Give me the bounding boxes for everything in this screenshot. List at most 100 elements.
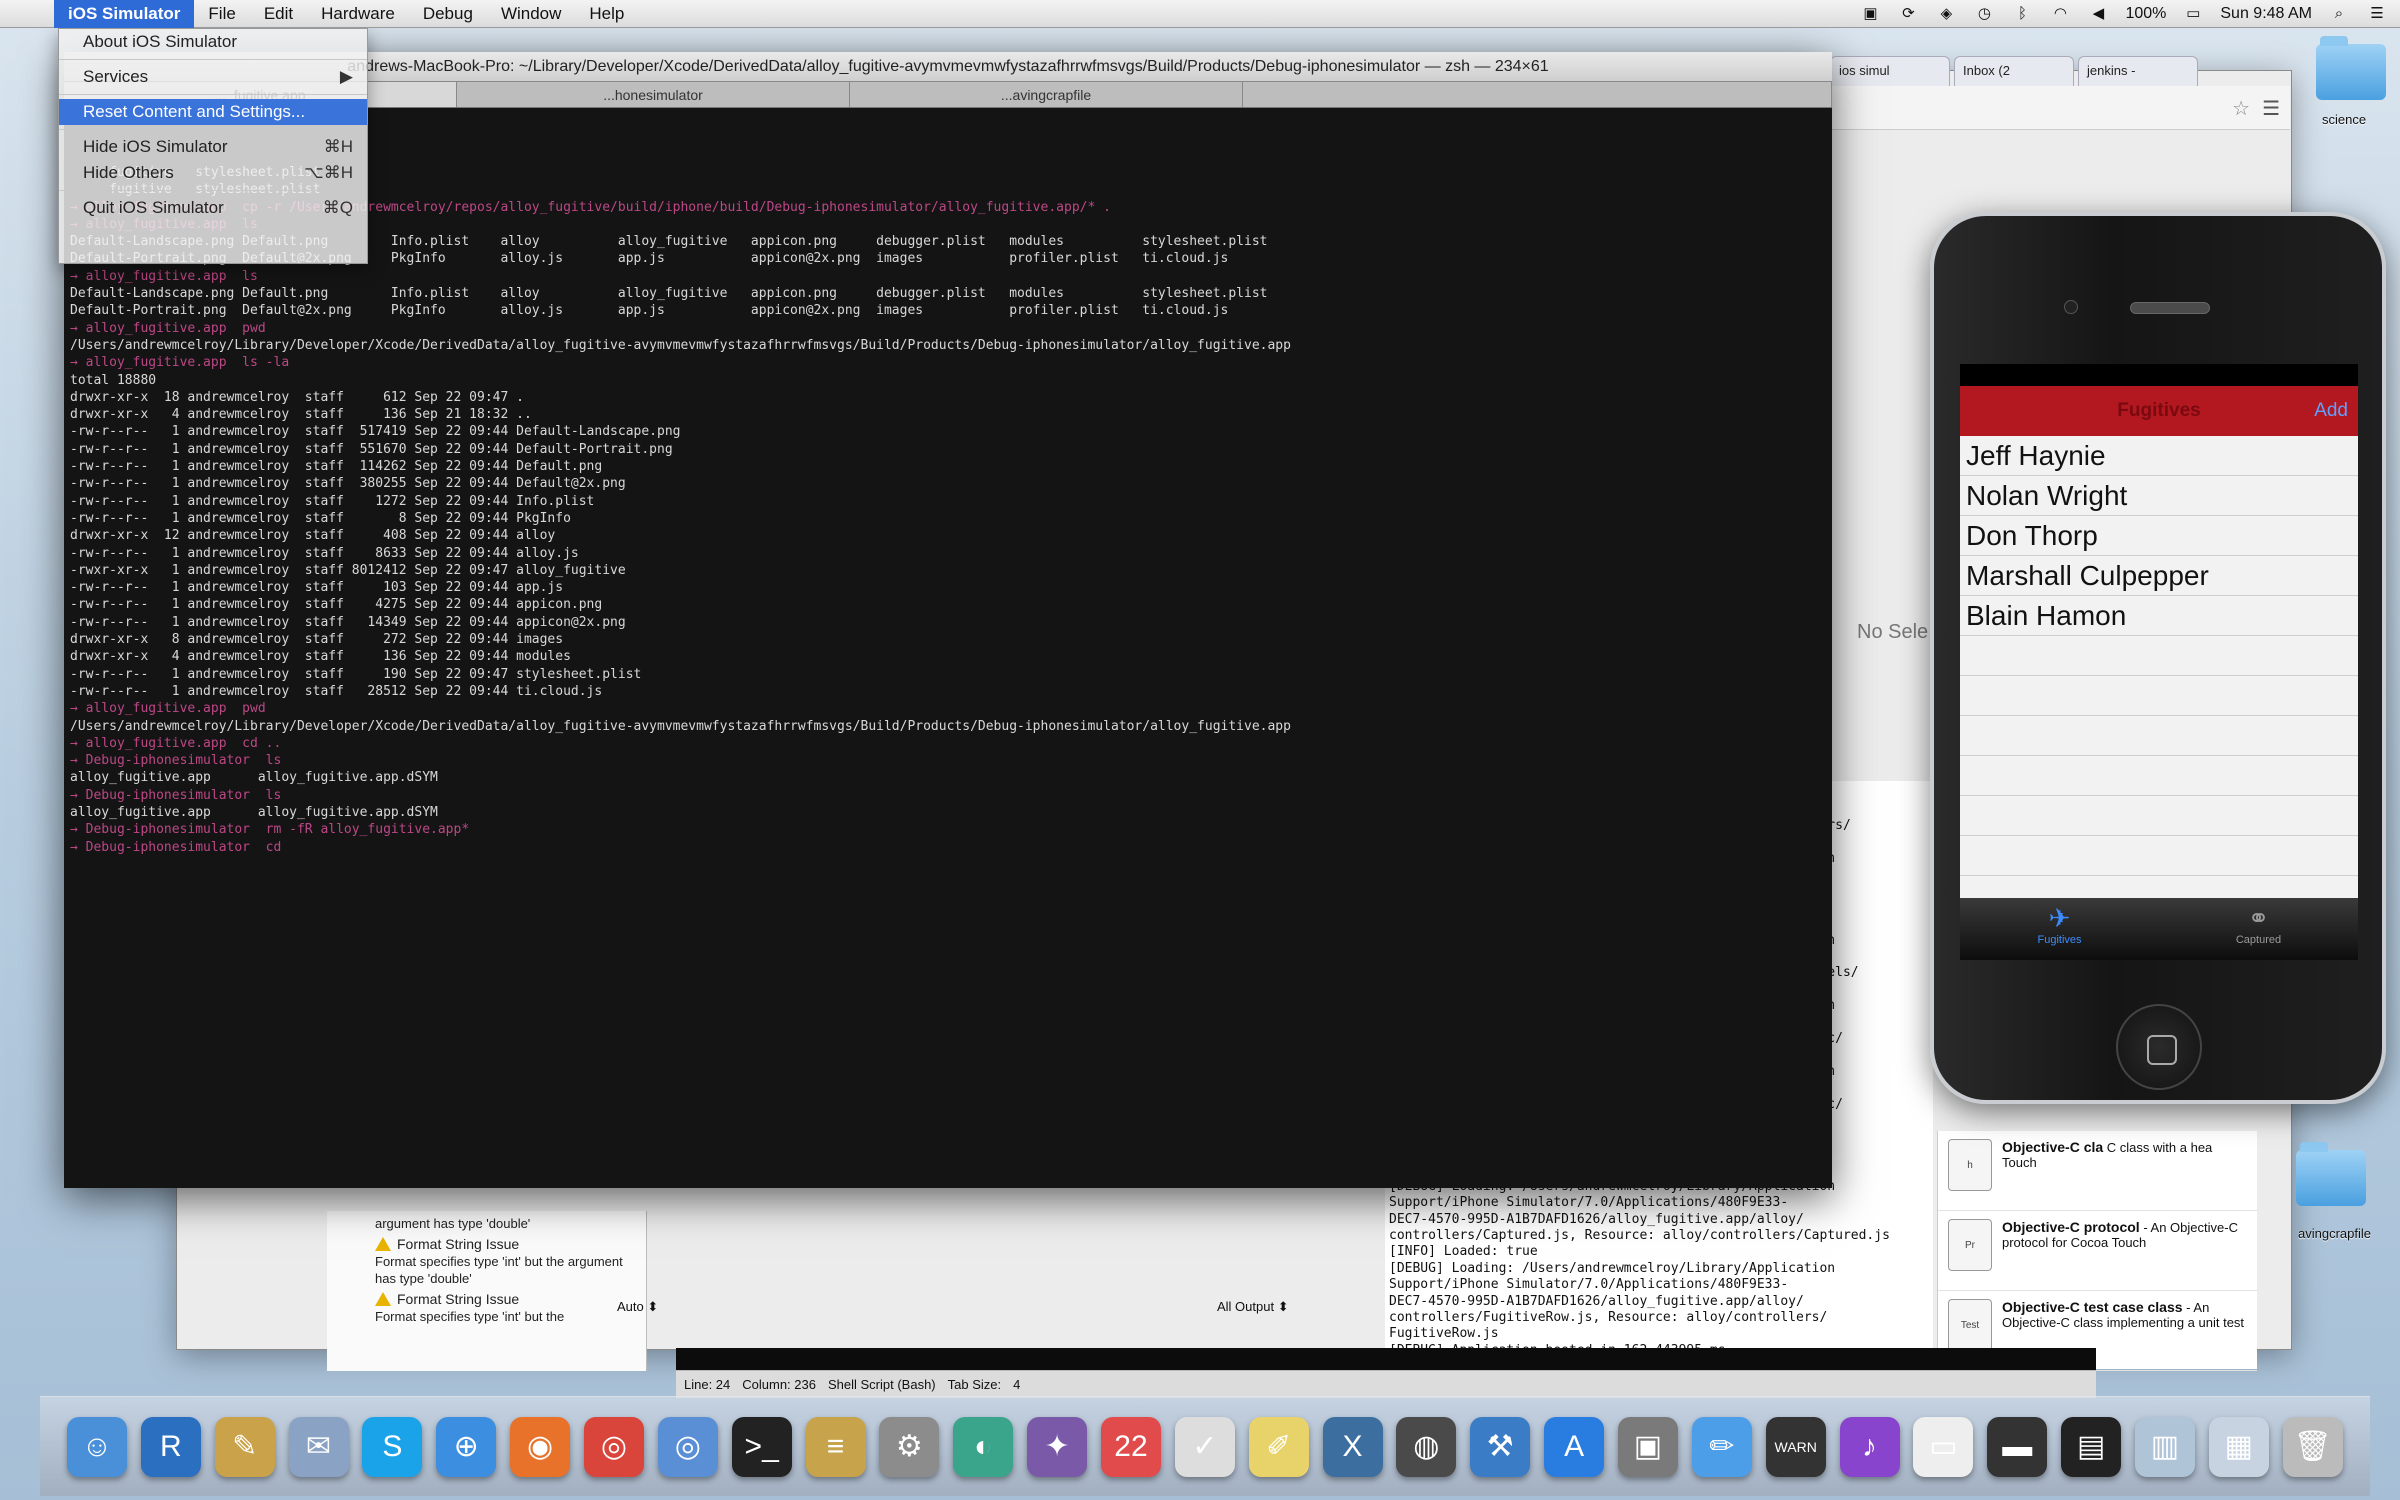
browser-tab[interactable]: Inbox (2 <box>1954 56 2074 86</box>
utilities-icon[interactable]: ⚙ <box>879 1416 940 1477</box>
issue-item[interactable]: Format String Issue Format specifies typ… <box>327 1287 646 1325</box>
browser-menu-icon[interactable]: ☰ <box>2262 96 2280 121</box>
mail-stamp-icon[interactable]: ✉ <box>288 1416 349 1477</box>
terminal-line: Default-Landscape.png Default.png Info.p… <box>70 286 1268 302</box>
console-line: [DEBUG] Loading: /Users/andrewmcelroy/Li… <box>1389 1260 1836 1276</box>
network-icon[interactable]: ◐ <box>953 1416 1014 1477</box>
xcode-icon[interactable]: ⚒ <box>1470 1416 1531 1477</box>
fugitive-row[interactable]: Blain Hamon <box>1960 596 2358 636</box>
tab-fugitives[interactable]: ✈ Fugitives <box>1960 898 2159 960</box>
bluetooth-icon[interactable]: ᛒ <box>2011 5 2033 23</box>
reminders-icon[interactable]: ✓ <box>1174 1416 1235 1477</box>
tab-captured[interactable]: ⚭ Captured <box>2159 898 2358 960</box>
simulator-screen: Fugitives Add Jeff Haynie Nolan Wright Don… <box>1960 364 2358 960</box>
add-button[interactable]: Add <box>2314 386 2348 436</box>
console-icon[interactable]: WARN <box>1765 1416 1826 1477</box>
terminal-line: drwxr-xr-x 12 andrewmcelroy staff 408 Se… <box>70 528 556 544</box>
firefox-icon[interactable]: ◉ <box>510 1416 571 1477</box>
menubar: iOS Simulator File Edit Hardware Debug W… <box>0 0 2400 28</box>
downloads-stack-icon[interactable]: ▦ <box>2208 1416 2269 1477</box>
fugitive-row[interactable]: Don Thorp <box>1960 516 2358 556</box>
menu-item-hide-others[interactable]: Hide Others ⌥⌘H <box>59 160 367 186</box>
battery-icon[interactable]: ▭ <box>2182 5 2204 23</box>
folder-icon[interactable] <box>2316 36 2386 100</box>
battery-percent[interactable]: 100% <box>2125 5 2166 23</box>
menu-item-reset[interactable]: Reset Content and Settings... <box>59 99 367 125</box>
wifi-icon[interactable]: ◠ <box>2049 5 2071 23</box>
fugitive-row[interactable]: Marshall Culpepper <box>1960 556 2358 596</box>
menu-item-about[interactable]: About iOS Simulator <box>59 29 367 55</box>
document-icon[interactable]: ▭ <box>1913 1416 1974 1477</box>
menu-help[interactable]: Help <box>575 0 638 28</box>
notes-icon[interactable]: ✐ <box>1248 1416 1309 1477</box>
time-machine-icon[interactable]: ◷ <box>1973 5 1995 23</box>
database-icon[interactable]: ≡ <box>805 1416 866 1477</box>
notification-center-icon[interactable]: ☰ <box>2366 5 2388 23</box>
menu-edit[interactable]: Edit <box>250 0 307 28</box>
photo-booth-icon[interactable]: ▣ <box>1617 1416 1678 1477</box>
chromium-icon[interactable]: ◎ <box>657 1416 718 1477</box>
volume-icon[interactable]: ◀ <box>2087 5 2109 23</box>
terminal-stack-icon[interactable]: ▤ <box>2061 1416 2122 1477</box>
folder-label-avingcrapfile[interactable]: avingcrapfile <box>2298 1226 2371 1241</box>
issue-navigator: argument has type 'double' Format String… <box>327 1211 647 1371</box>
instruments-icon[interactable]: ✦ <box>1027 1416 1088 1477</box>
menubar-clock[interactable]: Sun 9:48 AM <box>2220 5 2312 23</box>
browser-tab[interactable]: ios simul <box>1830 56 1950 86</box>
terminal-line: -rwxr-xr-x 1 andrewmcelroy staff 8012412… <box>70 562 626 578</box>
nav-bar: Fugitives Add <box>1960 386 2358 436</box>
menu-item-hide[interactable]: Hide iOS Simulator ⌘H <box>59 134 367 160</box>
folder-label-science[interactable]: science <box>2322 112 2366 127</box>
skype-icon[interactable]: S <box>362 1416 423 1477</box>
language-select[interactable]: Shell Script (Bash) <box>828 1377 936 1392</box>
r-app-icon[interactable]: R <box>140 1416 201 1477</box>
tab-size-value[interactable]: 4 <box>1013 1377 1020 1392</box>
terminal-line: -rw-r--r-- 1 andrewmcelroy staff 1272 Se… <box>70 493 595 509</box>
browser-tab-strip: ios simul Inbox (2 jenkins - <box>1830 56 2290 86</box>
dropbox-icon[interactable]: ◈ <box>1935 5 1957 23</box>
library-item[interactable]: h Objective-C cla C class with a hea Tou… <box>1938 1131 2257 1211</box>
folder-icon[interactable] <box>2296 1142 2366 1206</box>
fugitive-row[interactable]: Nolan Wright <box>1960 476 2358 516</box>
calendar-icon[interactable]: 22 <box>1100 1416 1161 1477</box>
safari-icon[interactable]: ⊕ <box>436 1416 497 1477</box>
podcast-icon[interactable]: ♪ <box>1839 1416 1900 1477</box>
finder-icon[interactable]: ☺ <box>66 1416 127 1477</box>
window-icon[interactable]: ▬ <box>1987 1416 2048 1477</box>
menu-item-services[interactable]: Services ▶ <box>59 64 367 90</box>
terminal-line: -rw-r--r-- 1 andrewmcelroy staff 551670 … <box>70 441 673 457</box>
menu-window[interactable]: Window <box>487 0 575 28</box>
menu-file[interactable]: File <box>194 0 249 28</box>
menu-app-name[interactable]: iOS Simulator <box>54 0 195 28</box>
screenshot-icon[interactable]: ◍ <box>1396 1416 1457 1477</box>
terminal-line: -rw-r--r-- 1 andrewmcelroy staff 4275 Se… <box>70 597 603 613</box>
terminal-line: drwxr-xr-x 18 andrewmcelroy staff 612 Se… <box>70 389 524 405</box>
preview-icon[interactable]: ✎ <box>214 1416 275 1477</box>
browser-tab[interactable]: jenkins - <box>2078 56 2198 86</box>
spotlight-search-icon[interactable]: ⌕ <box>2328 5 2350 23</box>
issue-item[interactable]: argument has type 'double' <box>327 1211 646 1232</box>
menu-hardware[interactable]: Hardware <box>307 0 409 28</box>
nav-title: Fugitives <box>2117 400 2201 421</box>
folder-stack-icon[interactable]: ▥ <box>2134 1416 2195 1477</box>
warning-icon <box>375 1237 391 1251</box>
screen-record-icon[interactable]: ▣ <box>1859 5 1881 23</box>
sketch-icon[interactable]: ✏ <box>1691 1416 1752 1477</box>
terminal-tab[interactable]: ...avingcrapfile <box>850 82 1243 107</box>
terminal-tab[interactable]: ...honesimulator <box>457 82 850 107</box>
menu-debug[interactable]: Debug <box>409 0 487 28</box>
chrome-icon[interactable]: ◎ <box>583 1416 644 1477</box>
auto-scope-select[interactable]: Auto ⬍ <box>617 1299 658 1315</box>
x11-icon[interactable]: X <box>1322 1416 1383 1477</box>
fugitive-row[interactable]: Jeff Haynie <box>1960 436 2358 476</box>
menu-item-quit[interactable]: Quit iOS Simulator ⌘Q <box>59 195 367 221</box>
issue-item[interactable]: Format String Issue Format specifies typ… <box>327 1232 646 1287</box>
library-item[interactable]: Pr Objective-C protocol - An Objective-C… <box>1938 1211 2257 1291</box>
sync-icon[interactable]: ⟳ <box>1897 5 1919 23</box>
home-button[interactable] <box>2116 1004 2202 1090</box>
app-store-icon[interactable]: A <box>1544 1416 1605 1477</box>
terminal-icon[interactable]: >_ <box>731 1416 792 1477</box>
trash-icon[interactable]: 🗑 <box>2282 1416 2343 1477</box>
bookmark-star-icon[interactable]: ☆ <box>2232 96 2250 121</box>
output-filter-select[interactable]: All Output ⬍ <box>1217 1299 1289 1315</box>
